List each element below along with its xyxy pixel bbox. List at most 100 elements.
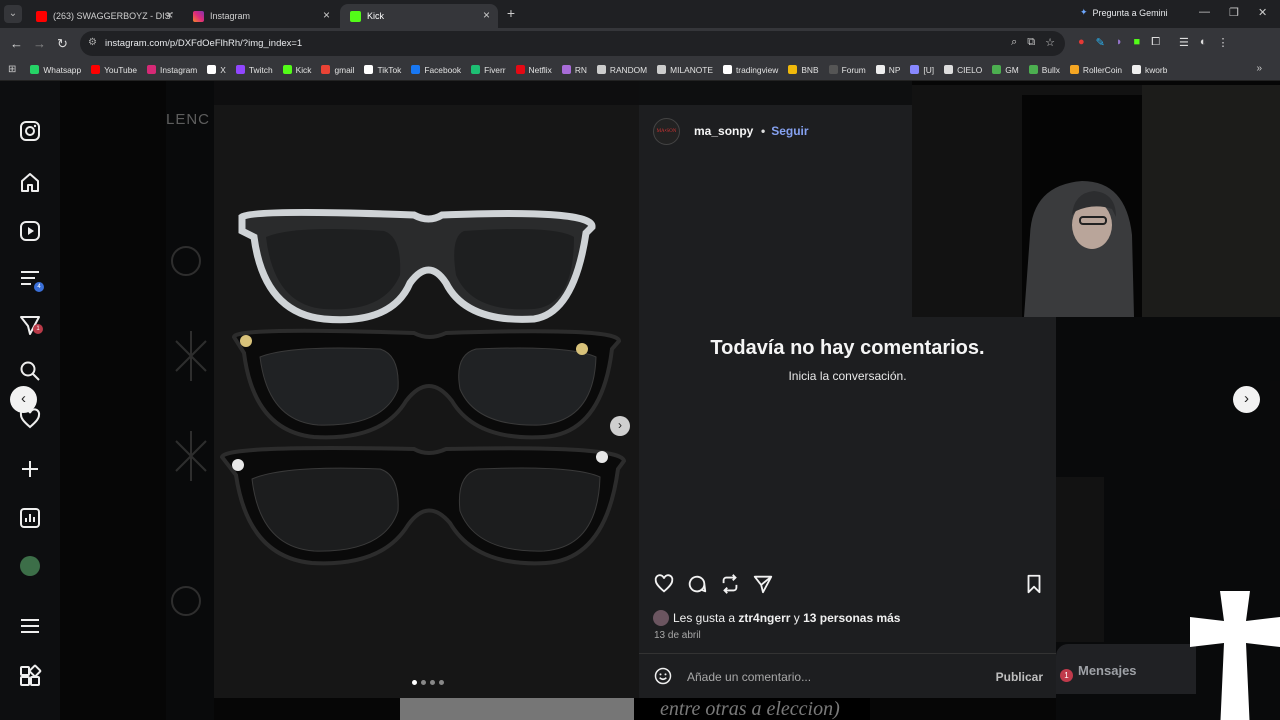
like-heart-icon[interactable]	[653, 573, 675, 595]
reels-icon[interactable]	[18, 219, 42, 243]
no-comments-title: Todavía no hay comentarios.	[710, 337, 985, 359]
dashboard-icon[interactable]	[18, 506, 42, 530]
zoom-icon[interactable]: ⌕	[1011, 36, 1017, 49]
bookmark-item[interactable]: kworb	[1132, 65, 1167, 75]
next-post-button[interactable]: ›	[1233, 386, 1260, 413]
repost-icon[interactable]	[719, 573, 741, 595]
extension-icon[interactable]: ◗	[1116, 36, 1123, 49]
bookmark-label: Twitch	[248, 64, 273, 75]
bookmark-item[interactable]: BNB	[788, 65, 819, 75]
save-bookmark-icon[interactable]	[1023, 573, 1045, 595]
tab-search-icon[interactable]: ☰	[1179, 36, 1189, 49]
bookmark-icon	[321, 65, 331, 74]
bookmark-label: Bullx	[1041, 64, 1060, 75]
install-icon[interactable]: ⧉	[1027, 36, 1035, 49]
bookmark-item[interactable]: gmail	[321, 65, 354, 75]
close-window-icon[interactable]: ✕	[1258, 6, 1267, 19]
likes-summary[interactable]: Les gusta a ztr4ngerr y 13 personas más	[653, 610, 900, 626]
minimize-icon[interactable]: —	[1199, 6, 1210, 18]
author-avatar[interactable]: MA•SON	[653, 118, 680, 145]
home-icon[interactable]	[18, 171, 42, 195]
also-from-meta-icon[interactable]	[18, 664, 42, 688]
bookmark-item[interactable]: tradingview	[722, 64, 779, 75]
close-tab-icon[interactable]: ×	[166, 8, 173, 22]
bookmark-item[interactable]: GM	[992, 65, 1019, 75]
more-menu-icon[interactable]	[18, 614, 42, 638]
bookmark-label: RANDOM	[609, 64, 648, 75]
likes-others[interactable]: 13 personas más	[803, 611, 900, 625]
bookmark-item[interactable]: Forum	[828, 65, 866, 75]
url-text[interactable]: instagram.com/p/DXFdOeFlhRh/?img_index=1	[105, 38, 302, 49]
tab-kick[interactable]: Kick ×	[340, 4, 498, 28]
post-image[interactable]: ›	[214, 105, 639, 698]
tab-search-chevron-icon[interactable]: ⌄	[4, 5, 22, 23]
restore-icon[interactable]: ❐	[1229, 6, 1239, 19]
reload-icon[interactable]: ↻	[57, 36, 68, 52]
create-icon[interactable]	[18, 457, 42, 481]
apps-icon[interactable]: ⊞	[8, 64, 16, 75]
close-tab-icon[interactable]: ×	[323, 8, 330, 22]
bookmark-label: tradingview	[735, 64, 779, 75]
bookmark-item[interactable]: RollerCoin	[1069, 65, 1122, 75]
emoji-icon[interactable]	[653, 666, 673, 686]
bookmark-label: [U]	[923, 64, 935, 75]
bookmark-item[interactable]: NP	[875, 65, 900, 75]
kick-icon	[350, 10, 361, 22]
bookmark-star-icon[interactable]: ☆	[1045, 36, 1055, 49]
bookmark-item[interactable]: Bullx	[1028, 64, 1060, 75]
bookmark-icon	[1028, 65, 1038, 74]
bookmark-item[interactable]: [U]	[910, 65, 934, 75]
bookmark-item[interactable]: YouTube	[91, 65, 137, 75]
instagram-page: LENC entre otras a eleccion) 4 1 › MA•SO…	[0, 81, 1280, 720]
extension-icon[interactable]: ■	[1134, 36, 1141, 49]
bookmark-item[interactable]: X	[207, 65, 226, 75]
profile-avatar[interactable]	[20, 556, 40, 576]
previous-post-button[interactable]: ‹	[10, 386, 37, 413]
tab-instagram[interactable]: Instagram ×	[183, 4, 338, 28]
post-date[interactable]: 13 de abril	[654, 630, 701, 641]
instagram-logo-icon[interactable]	[18, 119, 42, 143]
notification-badge: 1	[33, 324, 43, 334]
bookmark-label: kworb	[1145, 64, 1168, 75]
next-image-button[interactable]: ›	[610, 416, 630, 436]
more-bookmarks-icon[interactable]: »	[1256, 63, 1262, 74]
back-icon[interactable]: ←	[10, 36, 23, 51]
bookmark-item[interactable]: Twitch	[235, 64, 273, 75]
site-info-icon[interactable]: ⚙	[88, 37, 97, 48]
address-bar[interactable]: ⚙ instagram.com/p/DXFdOeFlhRh/?img_index…	[80, 31, 1065, 56]
close-tab-icon[interactable]: ×	[483, 8, 490, 22]
publish-button[interactable]: Publicar	[996, 670, 1043, 684]
author-username[interactable]: ma_sonpy	[694, 124, 753, 138]
share-icon[interactable]	[752, 573, 774, 595]
comment-icon[interactable]	[686, 573, 708, 595]
bookmark-item[interactable]: Instagram	[147, 65, 197, 75]
tab-title: Kick	[367, 11, 385, 21]
new-tab-button[interactable]: +	[503, 6, 519, 22]
liker-username[interactable]: ztr4ngerr	[738, 611, 790, 625]
bookmark-icon	[91, 65, 101, 74]
tab-youtube[interactable]: (263) SWAGGERBOYZ - DISTINT ×	[26, 4, 181, 28]
bookmark-item[interactable]: MILANOTE	[657, 65, 713, 75]
menu-icon[interactable]: ⋮	[1218, 36, 1229, 49]
bookmark-item[interactable]: TikTok	[364, 65, 401, 75]
messages-widget[interactable]: 1 Mensajes	[1056, 644, 1196, 694]
bookmark-item[interactable]: RANDOM	[596, 64, 648, 75]
bookmark-item[interactable]: Kick	[282, 65, 311, 75]
follow-button[interactable]: • Seguir	[761, 124, 809, 138]
bookmark-item[interactable]: Facebook	[411, 65, 461, 75]
record-icon[interactable]: ●	[1078, 36, 1085, 49]
bookmark-icon	[722, 65, 732, 74]
extension-icon[interactable]: ✎	[1096, 36, 1105, 49]
bookmark-icon	[515, 65, 525, 74]
puzzle-icon[interactable]: ⧠	[1151, 36, 1160, 49]
bookmark-item[interactable]: Fiverr	[471, 65, 506, 75]
bookmark-item[interactable]: Netflix	[515, 65, 552, 75]
gemini-button[interactable]: ✦ Pregunta a Gemini	[1080, 7, 1168, 18]
bookmark-item[interactable]: Whatsapp	[30, 65, 81, 75]
search-icon[interactable]	[18, 359, 42, 383]
profile-avatar[interactable]: ◐	[1200, 36, 1207, 49]
bookmark-item[interactable]: RN	[561, 65, 587, 75]
forward-icon[interactable]: →	[33, 36, 46, 51]
comment-input[interactable]: Añade un comentario...	[687, 670, 811, 684]
bookmark-item[interactable]: CIELO	[944, 65, 982, 75]
